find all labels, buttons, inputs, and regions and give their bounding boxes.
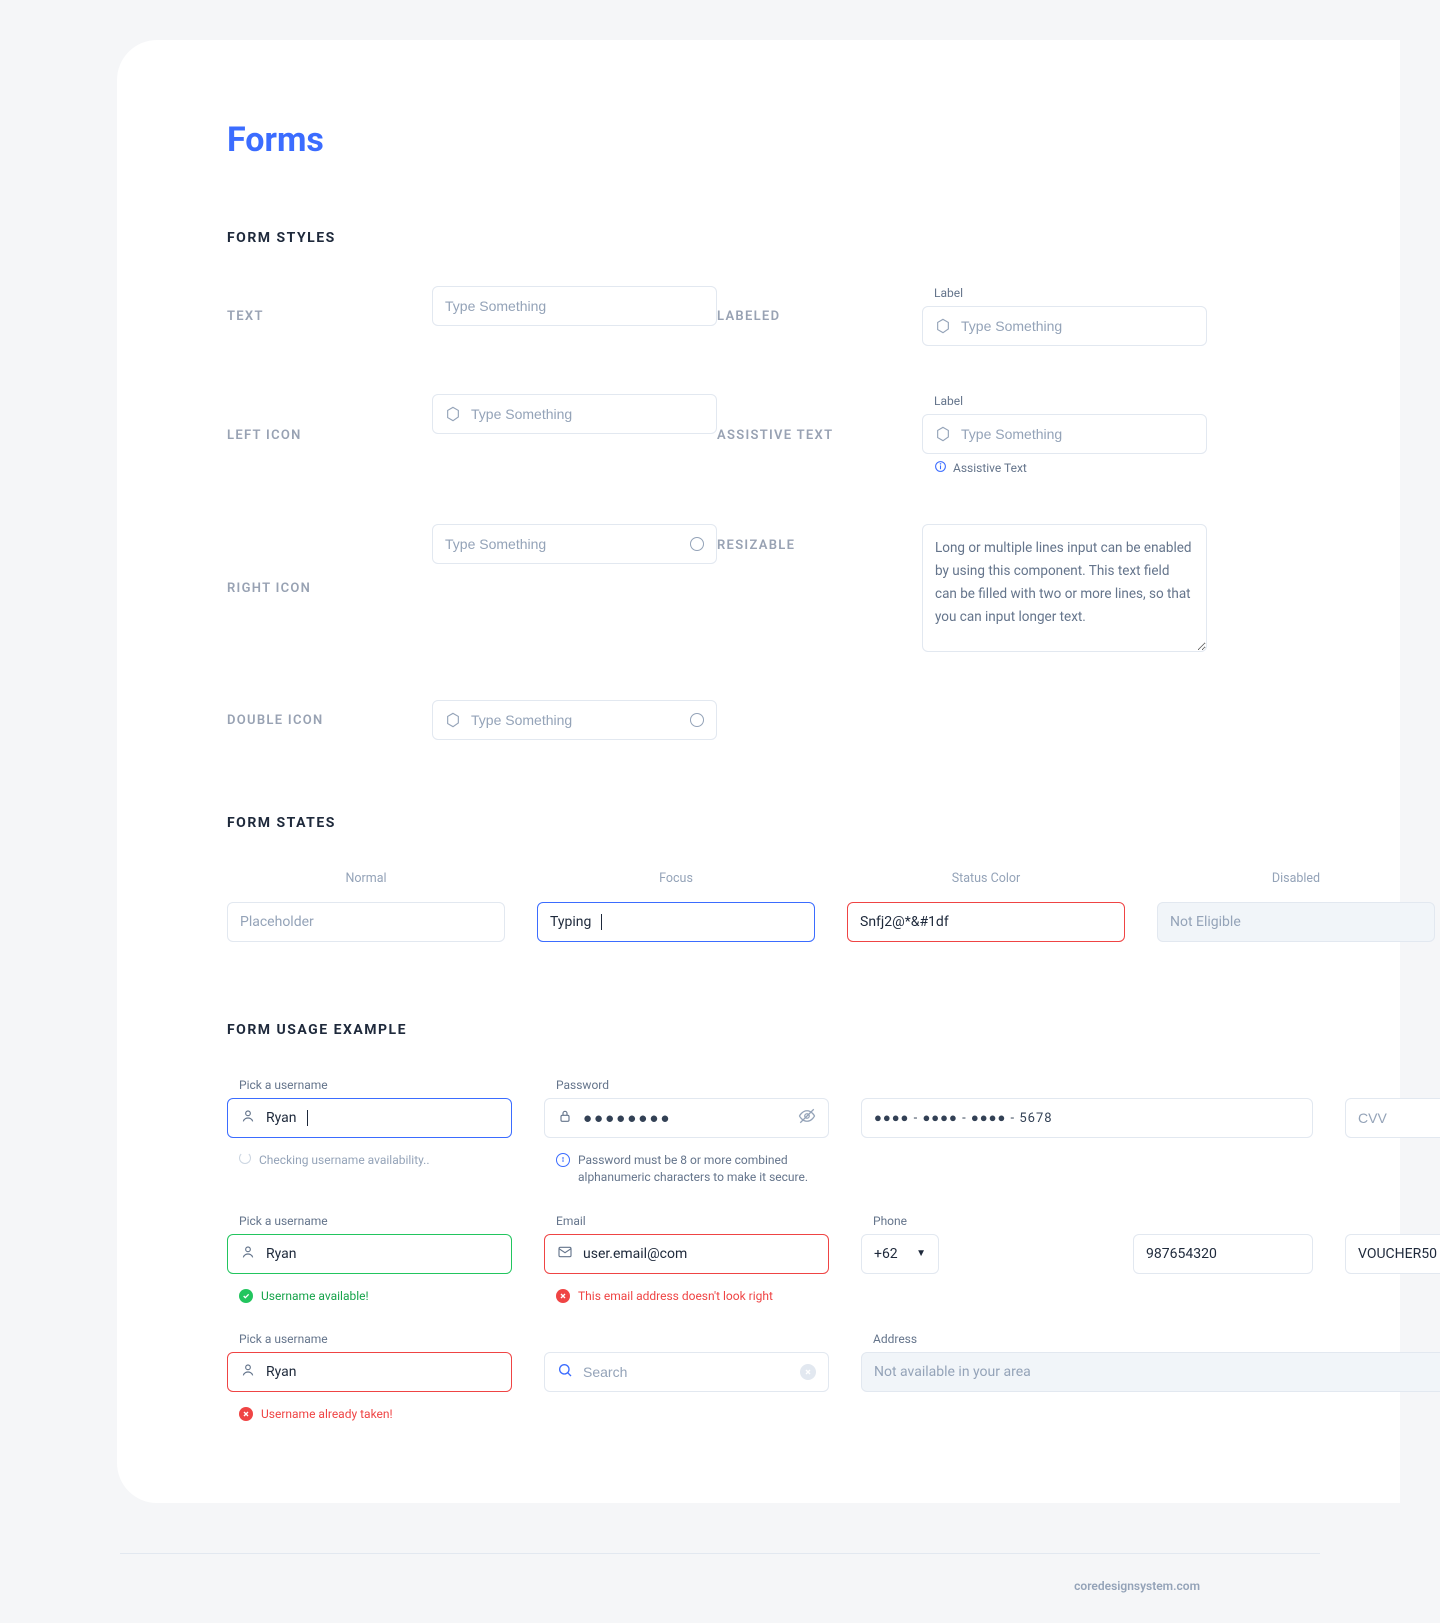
card-value: ●●●● - ●●●● - ●●●● - 5678 [874,1110,1053,1126]
username-label: Pick a username [227,1332,512,1346]
email-error-msg: This email address doesn't look right [578,1288,773,1305]
checking-msg: Checking username availability.. [259,1152,430,1169]
username-checking-input[interactable]: Ryan [227,1098,512,1138]
righticon-input-field[interactable] [445,536,680,552]
assistive-text: Assistive Text [953,461,1027,475]
username-label: Pick a username [227,1214,512,1228]
voucher-value: VOUCHER50 [1358,1246,1437,1262]
error-circle-icon [556,1289,570,1303]
username-taken-input[interactable]: Ryan [227,1352,512,1392]
password-dots: ●●●●●●●● [583,1109,671,1127]
lefticon-input-field[interactable] [471,406,704,422]
search-field[interactable] [583,1364,790,1380]
text-cursor-icon [601,914,602,930]
assistive-input-field[interactable] [961,426,1194,442]
state-status-input[interactable]: Snfj2@*&#1df [847,902,1125,942]
section-form-states: Form States [227,815,1400,831]
info-icon [556,1153,570,1167]
state-name-focus: Focus [537,871,815,886]
state-normal-placeholder: Placeholder [240,914,314,930]
style-label-assistive: Assistive Text [717,428,922,443]
phone-code-value: +62 [874,1246,898,1262]
style-label-resizable: Resizable [717,524,922,553]
section-usage: Form Usage Example [227,1022,1400,1038]
username-available-value: Ryan [266,1246,297,1262]
righticon-input[interactable] [432,524,717,564]
labeled-input[interactable] [922,306,1207,346]
text-input-field[interactable] [445,298,704,314]
phone-label: Phone [861,1214,1101,1228]
password-label: Password [544,1078,829,1092]
search-input[interactable] [544,1352,829,1392]
address-label: Address [861,1332,1440,1346]
username-taken-value: Ryan [266,1364,297,1380]
page-title: Forms [227,120,1400,160]
caret-down-icon: ▼ [916,1248,926,1259]
lefticon-input[interactable] [432,394,717,434]
user-icon [240,1362,256,1382]
eye-off-icon[interactable] [798,1107,816,1129]
mail-icon [557,1244,573,1264]
cvv-field[interactable] [1358,1110,1440,1126]
address-value: Not available in your area [874,1364,1031,1380]
taken-msg: Username already taken! [261,1406,393,1423]
state-focus-input[interactable]: Typing [537,902,815,942]
state-normal-input[interactable]: Placeholder [227,902,505,942]
style-label-doubleicon: Double Icon [227,713,432,728]
state-disabled-input: Not Eligible [1157,902,1435,942]
hexagon-icon [935,426,951,442]
style-label-righticon: Right Icon [227,581,432,596]
email-value: user.email@com [583,1246,687,1262]
assistive-field-label: Label [922,394,1207,408]
footer-link[interactable]: coredesignsystem.com [120,1553,1320,1623]
resizable-textarea[interactable]: Long or multiple lines input can be enab… [922,524,1207,652]
hexagon-icon [445,406,461,422]
doubleicon-input[interactable] [432,700,717,740]
assistive-input[interactable] [922,414,1207,454]
labeled-field-label: Label [922,286,1207,300]
address-input: Not available in your area [861,1352,1440,1392]
password-input[interactable]: ●●●●●●●● [544,1098,829,1138]
username-label: Pick a username [227,1078,512,1092]
user-icon [240,1108,256,1128]
state-name-disabled: Disabled [1157,871,1435,886]
search-icon [557,1362,573,1382]
error-circle-icon [239,1407,253,1421]
lock-icon [557,1108,573,1128]
cvv-input[interactable] [1345,1098,1440,1138]
user-icon [240,1244,256,1264]
state-focus-value: Typing [550,914,591,930]
info-icon [934,460,947,476]
hexagon-icon [935,318,951,334]
style-label-lefticon: Left Icon [227,428,432,443]
phone-input[interactable]: 987654320 [1133,1234,1313,1274]
text-cursor-icon [307,1110,308,1126]
state-status-value: Snfj2@*&#1df [860,914,949,930]
email-input[interactable]: user.email@com [544,1234,829,1274]
voucher-input[interactable]: VOUCHER50 [1345,1234,1440,1274]
style-label-labeled: Labeled [717,309,922,324]
available-msg: Username available! [261,1288,369,1305]
clear-icon[interactable] [800,1364,816,1380]
phone-value: 987654320 [1146,1246,1217,1262]
spinner-icon [239,1152,251,1164]
labeled-input-field[interactable] [961,318,1194,334]
state-name-normal: Normal [227,871,505,886]
circle-icon [690,713,704,727]
style-label-text: Text [227,309,432,324]
circle-icon [690,537,704,551]
hexagon-icon [445,712,461,728]
email-label: Email [544,1214,829,1228]
password-hint: Password must be 8 or more combined alph… [578,1152,829,1186]
username-checking-value: Ryan [266,1110,297,1126]
username-available-input[interactable]: Ryan [227,1234,512,1274]
state-name-status: Status Color [847,871,1125,886]
section-form-styles: Form Styles [227,230,1400,246]
doubleicon-input-field[interactable] [471,712,680,728]
phone-code-select[interactable]: +62 ▼ [861,1234,939,1274]
card-input[interactable]: ●●●● - ●●●● - ●●●● - 5678 [861,1098,1313,1138]
state-disabled-value: Not Eligible [1170,914,1241,930]
check-circle-icon [239,1289,253,1303]
text-input[interactable] [432,286,717,326]
